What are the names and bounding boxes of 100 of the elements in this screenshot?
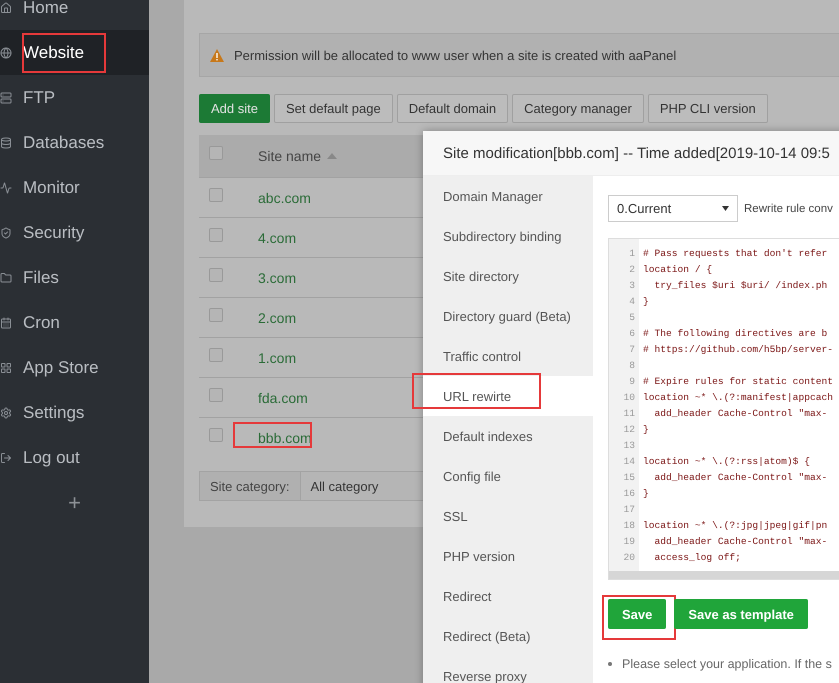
code-line: # https://github.com/h5bp/server- [642, 344, 833, 354]
shield-icon [0, 226, 12, 240]
dialog-tab[interactable]: Subdirectory binding [423, 216, 593, 256]
code-line: } [642, 488, 649, 498]
globe-icon [0, 46, 12, 60]
warning-icon [210, 48, 224, 62]
dialog-tab[interactable]: Redirect [423, 576, 593, 616]
dialog-tab[interactable]: Redirect (Beta) [423, 616, 593, 656]
bullet-icon [608, 662, 612, 666]
code-line: } [642, 424, 649, 434]
sidebar-item[interactable]: Home [0, 0, 149, 30]
line-number: 6 [628, 328, 636, 338]
sidebar-item[interactable]: Website [0, 30, 149, 75]
code-line: # The following directives are b [642, 328, 828, 338]
caret-icon [722, 206, 729, 211]
dialog-tab[interactable]: Site directory [423, 256, 593, 296]
home-icon [0, 0, 12, 14]
dialog-tab[interactable]: PHP version [423, 536, 593, 576]
calendar-icon [0, 316, 12, 330]
site-link[interactable]: 4.com [258, 230, 296, 246]
line-number: 4 [628, 296, 636, 306]
site-link[interactable]: 2.com [258, 310, 296, 326]
line-number: 18 [622, 520, 636, 530]
grid-icon [0, 360, 12, 374]
checkbox[interactable] [209, 428, 223, 442]
settings-icon [0, 406, 12, 420]
checkbox[interactable] [209, 348, 223, 362]
sidebar-item[interactable]: Databases [0, 120, 149, 165]
sidebar-item[interactable]: Settings [0, 390, 149, 435]
dialog-tab[interactable]: Directory guard (Beta) [423, 296, 593, 336]
scrollbar[interactable] [609, 571, 839, 579]
code-line: try_files $uri $uri/ /index.ph [654, 280, 828, 290]
code-line: # Pass requests that don't refer [642, 248, 828, 258]
code-editor[interactable] [608, 238, 839, 580]
dialog-title: Site modification[bbb.com] -- Time added[2019-10-14 09:5 [423, 131, 839, 176]
code-line: } [642, 296, 649, 306]
select-label: Rewrite rule conv [744, 202, 833, 214]
site-link[interactable]: abc.com [258, 190, 311, 206]
dialog-tab[interactable]: Domain Manager [423, 176, 593, 216]
note-text: Please select your application. If the s [622, 657, 832, 671]
code-line: location ~* \.(?:jpg|jpeg|gif|pn [642, 520, 828, 530]
activity-icon [0, 180, 12, 194]
dialog-tab[interactable]: URL rewirte [423, 376, 593, 416]
site-link[interactable]: bbb.com [258, 430, 312, 446]
code-line: add_header Cache-Control "max- [654, 472, 828, 482]
dialog-tab[interactable]: Default indexes [423, 416, 593, 456]
sidebar-item[interactable]: Files [0, 255, 149, 300]
sidebar-item[interactable]: Log out [0, 435, 149, 480]
checkbox[interactable] [209, 268, 223, 282]
code-line: add_header Cache-Control "max- [654, 408, 828, 418]
line-number: 11 [622, 408, 636, 418]
site-link[interactable]: 1.com [258, 350, 296, 366]
code-line: location ~* \.(?:manifest|appcach [642, 392, 833, 402]
line-number: 10 [622, 392, 636, 402]
code-line: # Expire rules for static content [642, 376, 833, 386]
line-number: 19 [622, 536, 636, 546]
code-line: access_log off; [654, 552, 741, 562]
toolbar-button[interactable]: Add site [199, 94, 270, 123]
toolbar-button[interactable]: Category manager [512, 94, 644, 123]
folder-icon [0, 270, 12, 284]
checkbox[interactable] [209, 146, 223, 160]
checkbox[interactable] [209, 228, 223, 242]
sidebar-item[interactable]: Monitor [0, 165, 149, 210]
server-icon [0, 90, 12, 104]
line-number: 17 [622, 504, 636, 514]
site-link[interactable]: 3.com [258, 270, 296, 286]
code-line: location ~* \.(?:rss|atom)$ { [642, 456, 810, 466]
sort-up-icon [327, 153, 338, 159]
line-number: 20 [622, 552, 636, 562]
toolbar-button[interactable]: PHP CLI version [648, 94, 768, 123]
sidebar-item[interactable]: FTP [0, 75, 149, 120]
notice-text: Permission will be allocated to www user when a site is created with aaPanel [234, 48, 676, 62]
database-icon [0, 136, 12, 150]
toolbar-button[interactable]: Default domain [396, 94, 508, 123]
dialog-tab[interactable]: Reverse proxy [423, 656, 593, 683]
line-number: 5 [628, 312, 636, 322]
logout-icon [0, 450, 12, 464]
sidebar-item[interactable]: Cron [0, 300, 149, 345]
sidebar-item[interactable]: App Store [0, 345, 149, 390]
line-number: 9 [628, 376, 636, 386]
line-number: 15 [622, 472, 636, 482]
line-number: 1 [628, 248, 636, 258]
line-number: 8 [628, 360, 636, 370]
line-number: 2 [628, 264, 636, 274]
checkbox[interactable] [209, 388, 223, 402]
dialog-tab[interactable]: Traffic control [423, 336, 593, 376]
sidebar-item[interactable]: Security [0, 210, 149, 255]
line-number: 12 [622, 424, 636, 434]
line-number: 16 [622, 488, 636, 498]
site-link[interactable]: fda.com [258, 390, 308, 406]
checkbox[interactable] [209, 308, 223, 322]
line-number: 3 [628, 280, 636, 290]
column-header[interactable]: Site name [258, 148, 322, 164]
line-number: 14 [622, 456, 636, 466]
line-number: 7 [628, 344, 636, 354]
add-menu-button[interactable]: + [0, 480, 149, 525]
checkbox[interactable] [209, 188, 223, 202]
template-select[interactable]: 0.Current [608, 195, 738, 222]
line-number: 13 [622, 440, 636, 450]
toolbar-button[interactable]: Set default page [274, 94, 393, 123]
